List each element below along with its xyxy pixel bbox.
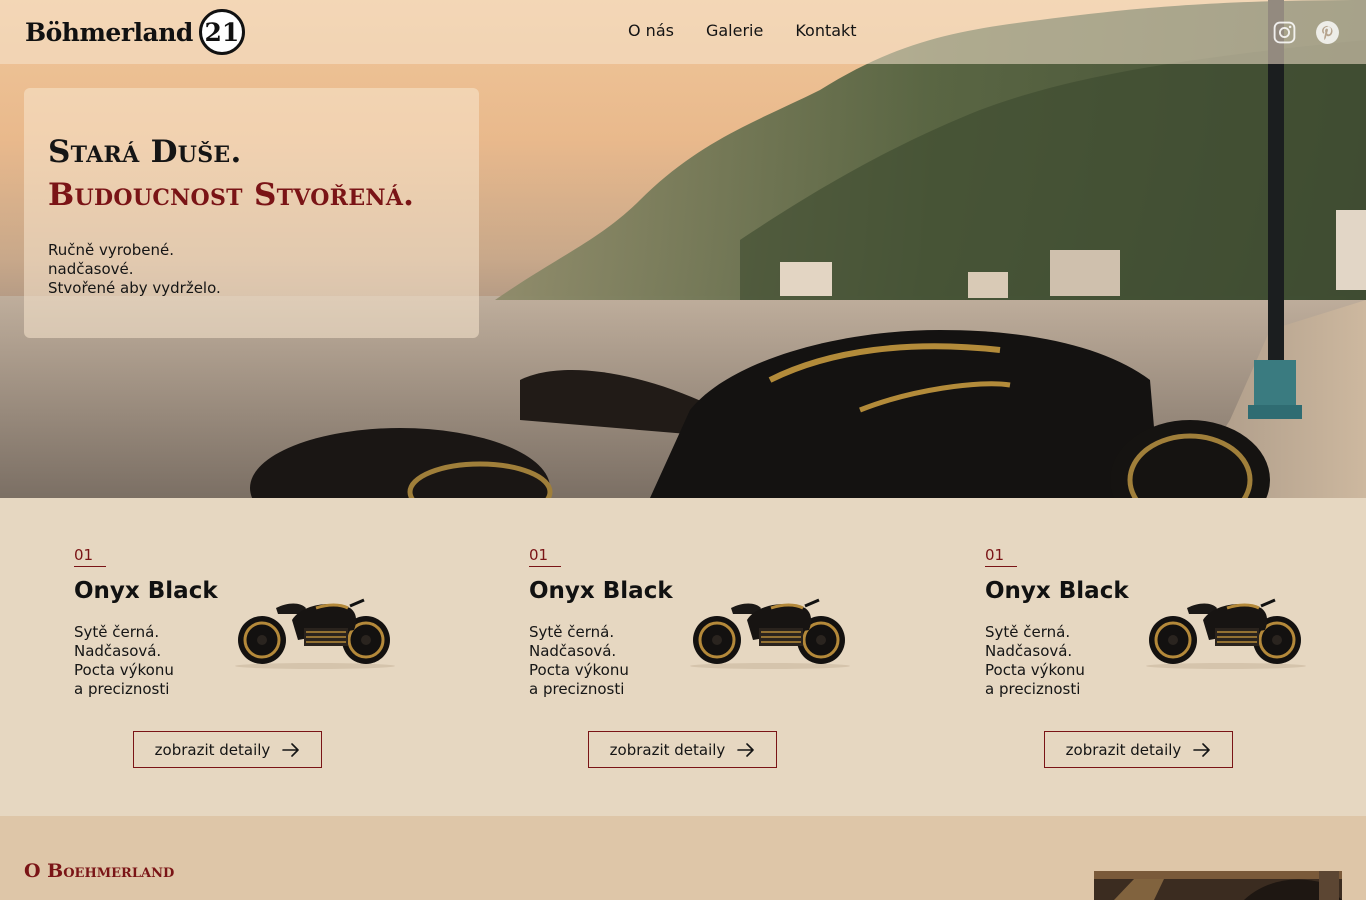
product-title: Onyx Black [74, 578, 218, 604]
product-description-line: a preciznosti [74, 680, 170, 698]
product-card: 01 Onyx Black Sytě černá. Nadčasová. Poc… [74, 498, 414, 816]
logo-wordmark: Böhmerland [25, 17, 193, 47]
pinterest-icon[interactable] [1315, 20, 1340, 45]
product-description-line: Sytě černá. [74, 623, 160, 641]
product-card: 01 Onyx Black Sytě černá. Nadčasová. Poc… [985, 498, 1325, 816]
hero-tagline-line: Stvořené aby vydrželo. [48, 279, 221, 297]
product-description-line: Nadčasová. [74, 642, 162, 660]
arrow-right-icon [1193, 742, 1211, 757]
hero-title-line2: Budoucnost Stvořená. [48, 177, 415, 213]
view-details-label: zobrazit detaily [154, 740, 271, 759]
social-links [1272, 20, 1340, 45]
nav-link-gallery[interactable]: Galerie [706, 21, 763, 40]
nav-link-contact[interactable]: Kontakt [795, 21, 856, 40]
view-details-button[interactable]: zobrazit detaily [588, 731, 777, 768]
product-description-line: Sytě černá. [985, 623, 1071, 641]
product-number: 01 [74, 546, 106, 567]
instagram-icon[interactable] [1272, 20, 1297, 45]
product-title: Onyx Black [529, 578, 673, 604]
arrow-right-icon [282, 742, 300, 757]
view-details-label: zobrazit detaily [609, 740, 726, 759]
navbar: Böhmerland 21 O nás Galerie Kontakt [0, 0, 1366, 64]
about-title: O Boehmerland [24, 860, 175, 882]
products-section: 01 Onyx Black Sytě černá. Nadčasová. Poc… [0, 498, 1366, 816]
logo[interactable]: Böhmerland 21 [25, 8, 245, 56]
hero-tagline-line: Ručně vyrobené. [48, 241, 175, 259]
main-nav: O nás Galerie Kontakt [628, 21, 857, 40]
product-description-line: a preciznosti [529, 680, 625, 698]
about-section: O Boehmerland [0, 816, 1366, 900]
product-description: Sytě černá. Nadčasová. Pocta výkonu a pr… [985, 623, 1085, 699]
product-description-line: Nadčasová. [529, 642, 617, 660]
product-description: Sytě černá. Nadčasová. Pocta výkonu a pr… [74, 623, 174, 699]
product-description-line: Pocta výkonu [529, 661, 629, 679]
product-description: Sytě černá. Nadčasová. Pocta výkonu a pr… [529, 623, 629, 699]
hero-card: Stará Duše. Budoucnost Stvořená. Ručně v… [24, 88, 479, 338]
product-number: 01 [529, 546, 561, 567]
view-details-button[interactable]: zobrazit detaily [1044, 731, 1233, 768]
hero-title-line1: Stará Duše. [48, 134, 242, 170]
motorcycle-image [1146, 598, 1306, 669]
motorcycle-image [690, 598, 850, 669]
product-card: 01 Onyx Black Sytě černá. Nadčasová. Poc… [529, 498, 869, 816]
logo-badge: 21 [198, 9, 245, 55]
product-title: Onyx Black [985, 578, 1129, 604]
product-description-line: Nadčasová. [985, 642, 1073, 660]
hero-section: Böhmerland 21 O nás Galerie Kontakt Star… [0, 0, 1366, 498]
nav-link-about[interactable]: O nás [628, 21, 674, 40]
hero-tagline-line: nadčasové. [48, 260, 134, 278]
arrow-right-icon [737, 742, 755, 757]
motorcycle-image [235, 598, 395, 669]
product-description-line: a preciznosti [985, 680, 1081, 698]
product-description-line: Sytě černá. [529, 623, 615, 641]
view-details-label: zobrazit detaily [1065, 740, 1182, 759]
about-photo [1094, 871, 1342, 900]
view-details-button[interactable]: zobrazit detaily [133, 731, 322, 768]
product-description-line: Pocta výkonu [985, 661, 1085, 679]
hero-tagline: Ručně vyrobené. nadčasové. Stvořené aby … [48, 241, 221, 298]
product-number: 01 [985, 546, 1017, 567]
product-description-line: Pocta výkonu [74, 661, 174, 679]
